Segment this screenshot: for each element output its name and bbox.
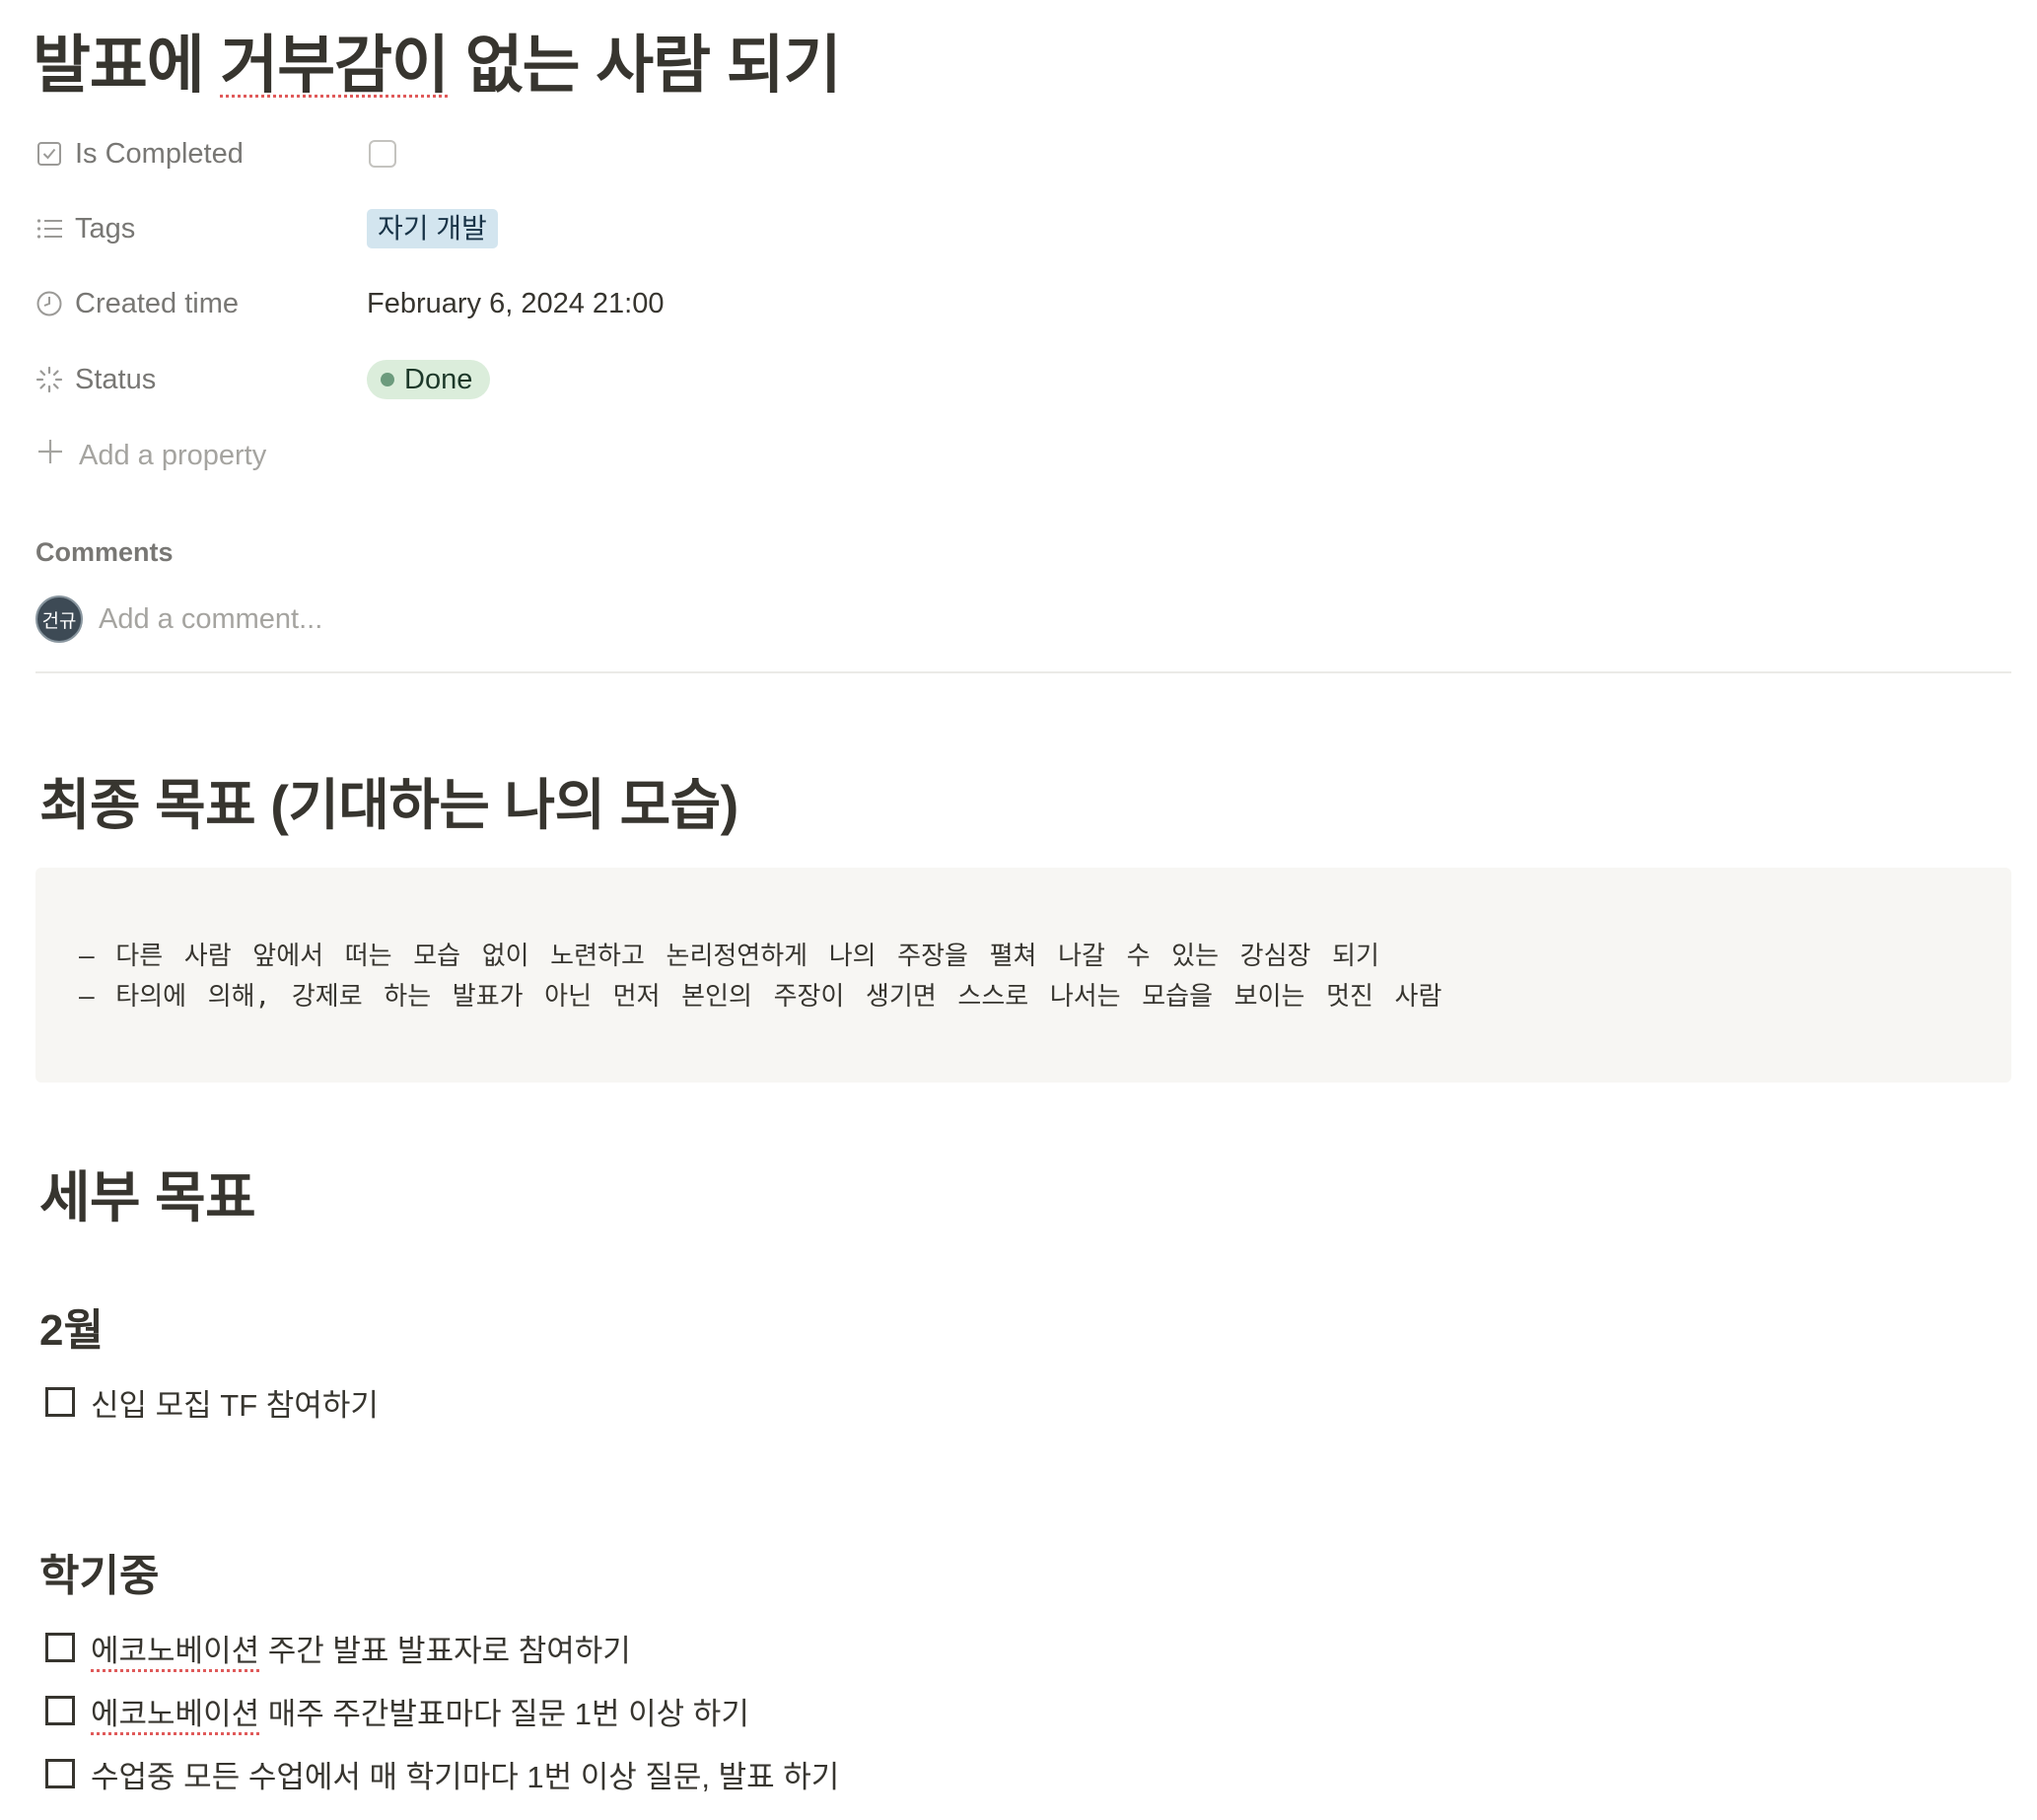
checkbox-square-icon xyxy=(35,140,63,168)
property-row-status: Status Done xyxy=(35,352,1021,407)
todo-checkbox[interactable] xyxy=(45,1633,75,1662)
page-title-part: 발표에 xyxy=(33,30,221,101)
heading-final-goal[interactable]: 최종 목표 (기대하는 나의 모습) xyxy=(39,771,738,840)
property-label-created-time[interactable]: Created time xyxy=(35,276,239,331)
comment-composer: 건규 xyxy=(35,595,690,643)
property-row-tags: Tags 자기 개발 xyxy=(35,201,1021,256)
property-label-text: Status xyxy=(75,363,157,395)
todo-misspelled-word: 에코노베이션 xyxy=(91,1696,260,1731)
todo-checkbox[interactable] xyxy=(45,1387,75,1417)
todo-item: 신입 모집 TF 참여하기 xyxy=(45,1376,379,1428)
todo-checkbox[interactable] xyxy=(45,1696,75,1725)
todo-item: 에코노베이션 주간 발표 발표자로 참여하기 xyxy=(45,1622,631,1673)
todo-item: 에코노베이션 매주 주간발표마다 질문 1번 이상 하기 xyxy=(45,1685,749,1736)
comments-heading: Comments xyxy=(35,537,174,567)
todo-checkbox[interactable] xyxy=(45,1759,75,1788)
page-title-misspelled-word: 거부감이 xyxy=(220,30,450,101)
todo-text-part: 매주 주간발표마다 질문 1번 이상 하기 xyxy=(259,1696,749,1731)
todo-text[interactable]: 신입 모집 TF 참여하기 xyxy=(91,1380,379,1425)
code-line: – 타의에 의해, 강제로 하는 발표가 아닌 먼저 본인의 주장이 생기면 스… xyxy=(79,982,1442,1012)
property-value-is-completed[interactable] xyxy=(369,126,396,181)
property-label-is-completed[interactable]: Is Completed xyxy=(35,126,244,181)
property-value-status[interactable]: Done xyxy=(367,352,491,407)
divider xyxy=(35,671,2011,673)
tag-chip[interactable]: 자기 개발 xyxy=(367,209,498,248)
plus-icon xyxy=(35,437,65,474)
todo-text[interactable]: 에코노베이션 매주 주간발표마다 질문 1번 이상 하기 xyxy=(91,1689,749,1733)
property-label-status[interactable]: Status xyxy=(35,352,156,407)
page-title-part: 없는 사람 되기 xyxy=(448,30,842,101)
todo-misspelled-word: 에코노베이션 xyxy=(91,1633,260,1668)
page-title[interactable]: 발표에 거부감이 없는 사람 되기 xyxy=(33,26,842,105)
property-label-text: Is Completed xyxy=(75,137,244,170)
property-label-text: Tags xyxy=(75,212,136,245)
add-property-label: Add a property xyxy=(79,439,267,471)
property-label-tags[interactable]: Tags xyxy=(35,201,135,256)
code-line: – 다른 사람 앞에서 떠는 모습 없이 노련하고 논리정연하게 나의 주장을 … xyxy=(79,942,1379,971)
todo-text[interactable]: 수업중 모든 수업에서 매 학기마다 1번 이상 질문, 발표 하기 xyxy=(91,1752,839,1796)
list-icon xyxy=(35,215,63,243)
todo-text[interactable]: 에코노베이션 주간 발표 발표자로 참여하기 xyxy=(91,1626,631,1670)
code-block[interactable]: – 다른 사람 앞에서 떠는 모습 없이 노련하고 논리정연하게 나의 주장을 … xyxy=(35,868,2011,1083)
comment-input[interactable] xyxy=(99,602,690,636)
created-time-text: February 6, 2024 21:00 xyxy=(367,287,665,319)
property-value-tags[interactable]: 자기 개발 xyxy=(367,201,498,256)
is-completed-checkbox[interactable] xyxy=(369,140,396,168)
clock-icon xyxy=(35,290,63,317)
todo-text-part: 주간 발표 발표자로 참여하기 xyxy=(259,1633,631,1668)
add-property-button[interactable]: Add a property xyxy=(35,428,266,483)
status-dot-icon xyxy=(381,373,394,386)
property-label-text: Created time xyxy=(75,287,240,319)
status-loader-icon xyxy=(35,366,63,393)
todo-item: 수업중 모든 수업에서 매 학기마다 1번 이상 질문, 발표 하기 xyxy=(45,1748,839,1799)
property-row-created-time: Created time February 6, 2024 21:00 xyxy=(35,276,1021,331)
property-row-is-completed: Is Completed xyxy=(35,126,1021,181)
avatar: 건규 xyxy=(35,595,83,643)
status-badge[interactable]: Done xyxy=(367,360,491,399)
property-value-created-time: February 6, 2024 21:00 xyxy=(367,276,664,331)
heading-february[interactable]: 2월 xyxy=(39,1303,104,1359)
heading-detail-goals[interactable]: 세부 목표 xyxy=(39,1163,256,1232)
heading-semester[interactable]: 학기중 xyxy=(39,1549,159,1604)
status-text: Done xyxy=(404,364,473,395)
